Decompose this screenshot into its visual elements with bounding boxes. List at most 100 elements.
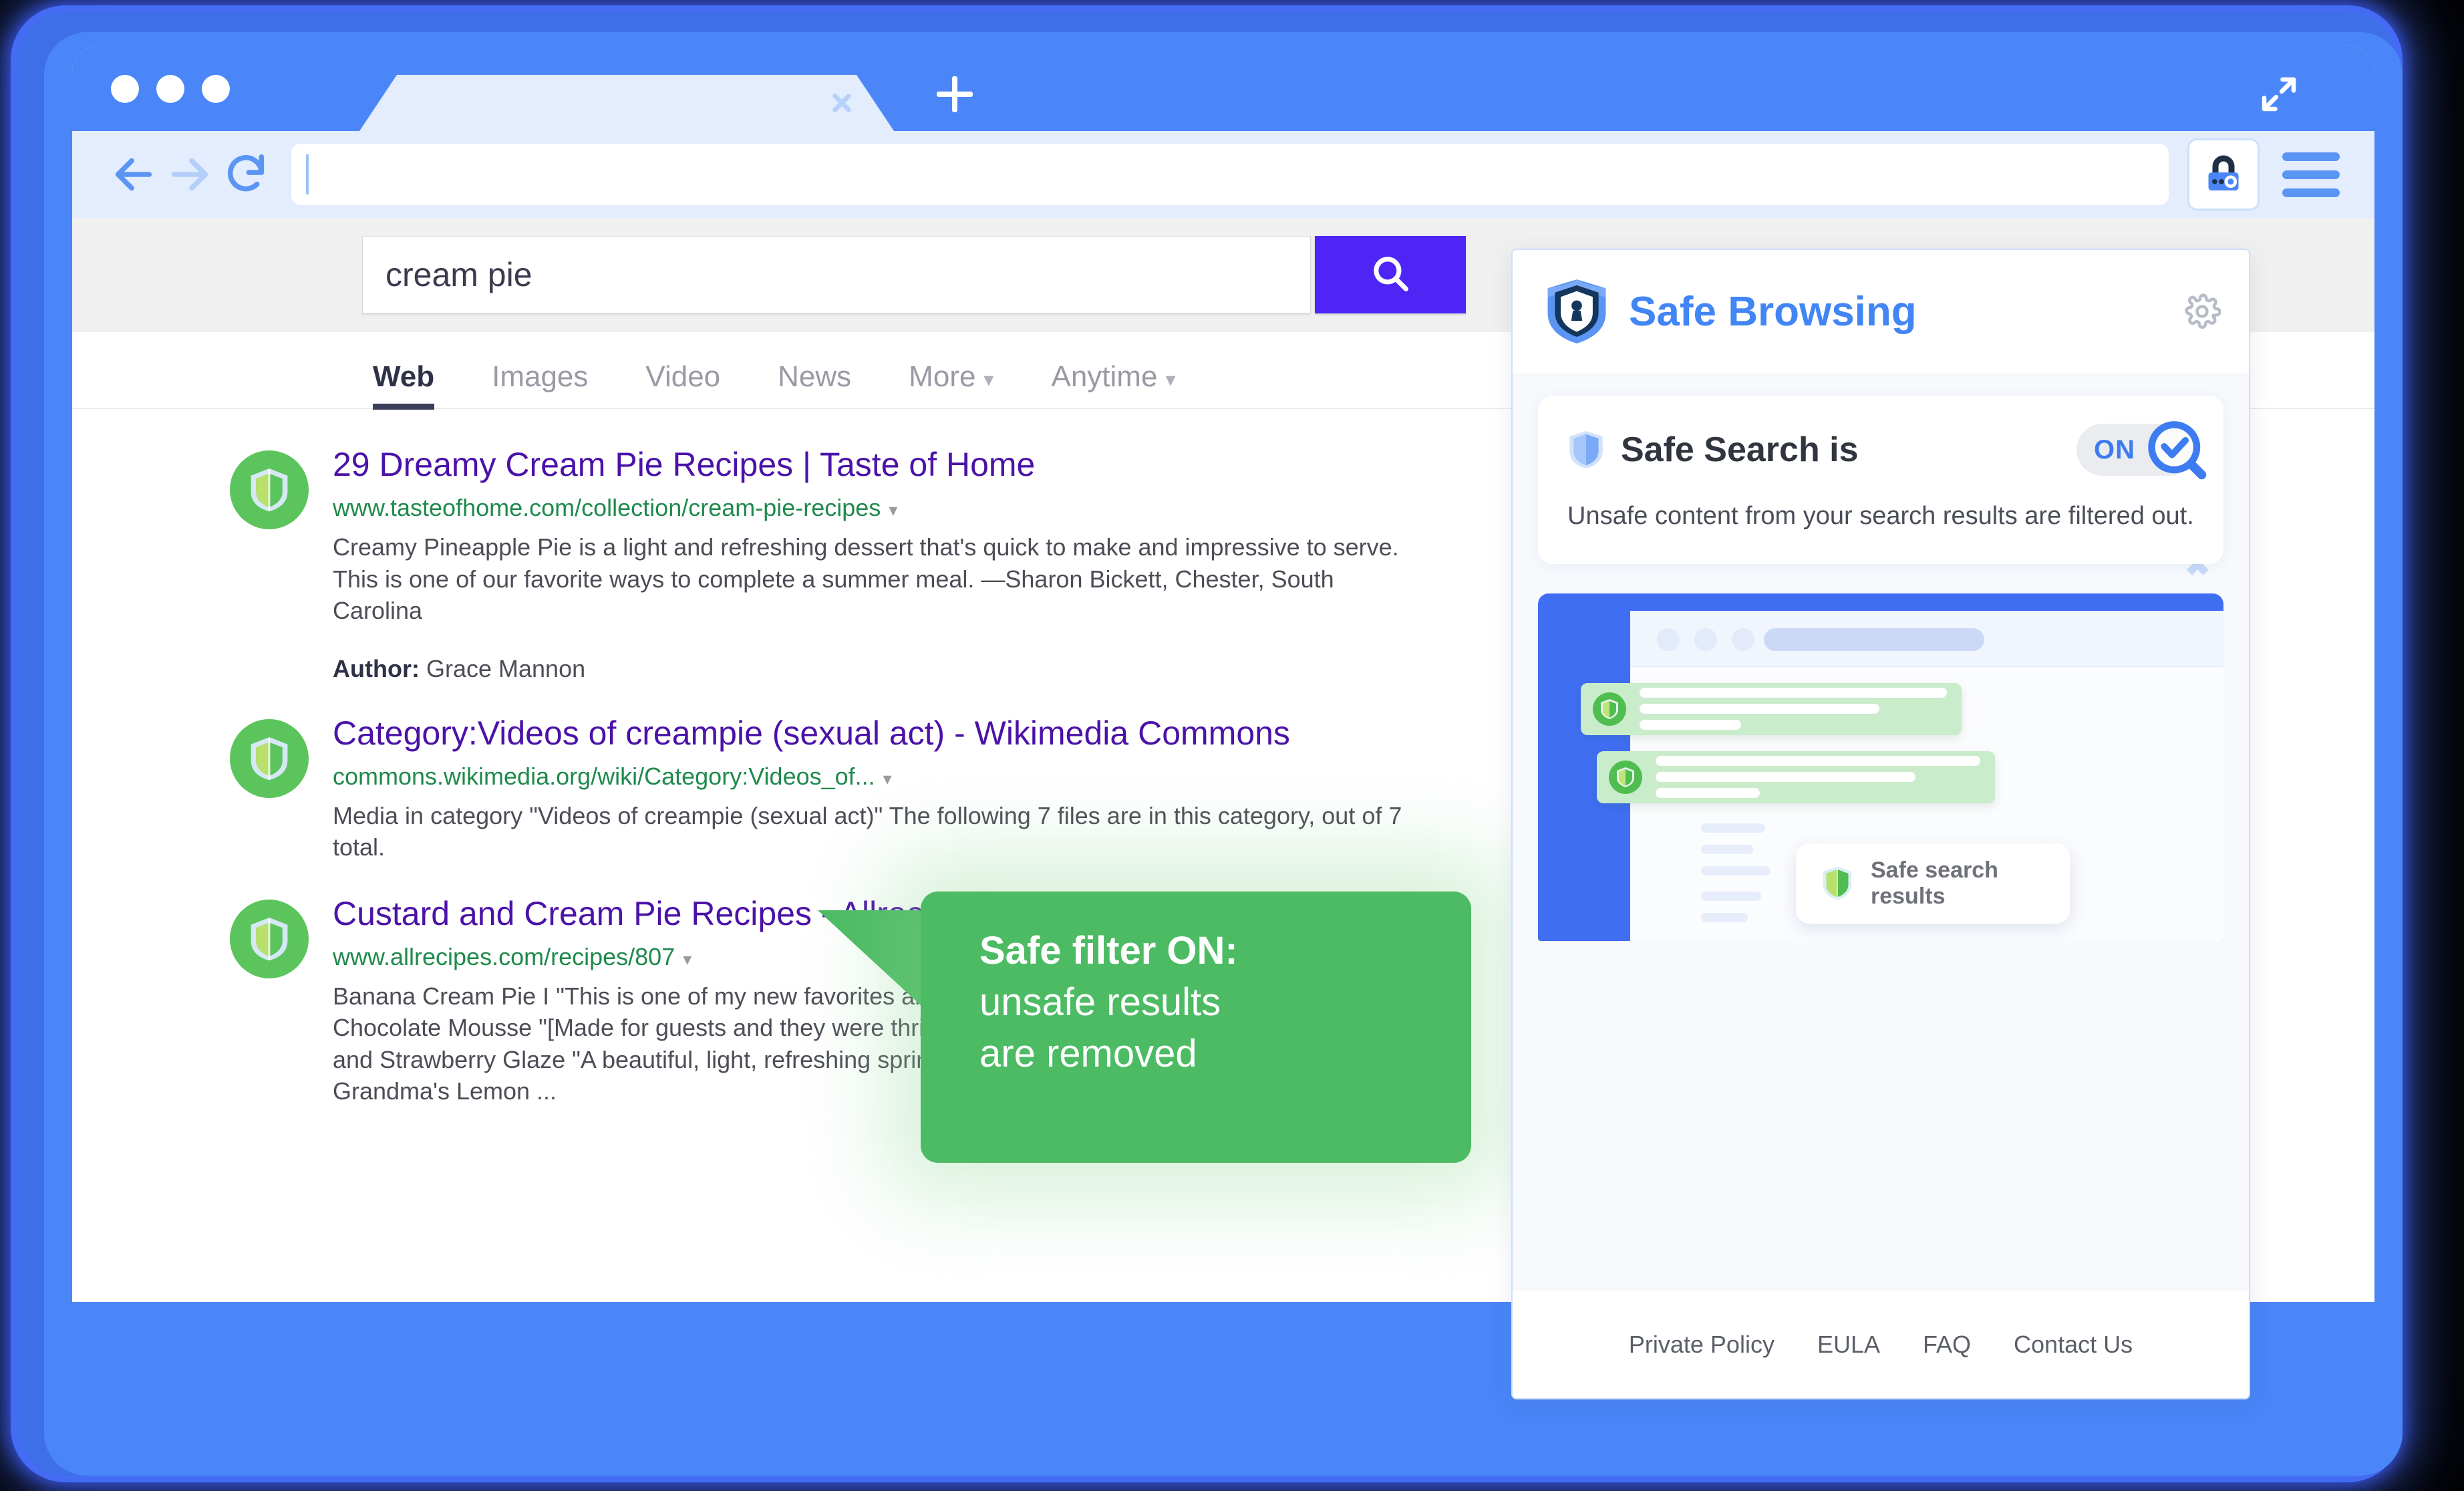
safe-browsing-footer: Private Policy EULA FAQ Contact Us — [1513, 1291, 2249, 1398]
arrow-left-icon[interactable] — [106, 146, 162, 202]
result-url-text: commons.wikimedia.org/wiki/Category:Vide… — [333, 762, 875, 790]
shield-keyhole-icon — [1545, 278, 1609, 345]
tab-more[interactable]: More ▾ — [909, 360, 993, 408]
safe-browsing-header: Safe Browsing — [1513, 250, 2249, 373]
search-input[interactable]: cream pie — [362, 236, 1311, 313]
safe-search-description: Unsafe content from your search results … — [1567, 502, 2194, 530]
footer-link-eula[interactable]: EULA — [1817, 1331, 1880, 1359]
reload-icon[interactable] — [218, 146, 274, 202]
search-button[interactable] — [1315, 236, 1466, 313]
safe-search-toggle[interactable]: ON — [2076, 421, 2207, 480]
result-url-text: www.allrecipes.com/recipes/807 — [333, 942, 675, 970]
illustration-dot — [1657, 628, 1680, 651]
illustration-placeholder-line — [1701, 844, 1753, 854]
footer-link-faq[interactable]: FAQ — [1923, 1331, 1971, 1359]
illustration-dot — [1732, 628, 1754, 651]
illustration-urlbar — [1764, 628, 1984, 651]
expand-icon[interactable] — [2257, 72, 2301, 116]
blue-shield-icon — [1567, 429, 1605, 470]
chevron-down-icon: ▾ — [983, 369, 994, 391]
hamburger-menu-icon[interactable] — [2282, 146, 2340, 203]
chevron-down-icon[interactable]: ▾ — [889, 500, 897, 520]
safe-search-results-label: Safe search results — [1871, 857, 1998, 909]
text-caret — [306, 154, 309, 194]
illustration-lines — [1656, 750, 1995, 804]
chevron-down-icon[interactable]: ▾ — [883, 769, 892, 789]
tab-web[interactable]: Web — [373, 360, 435, 410]
search-icon — [1368, 251, 1412, 299]
search-input-value: cream pie — [386, 256, 532, 293]
illustration-line — [1656, 756, 1980, 767]
window-dot-minimize[interactable] — [156, 75, 184, 103]
magnifier-check-icon — [2143, 416, 2210, 483]
arrow-right-icon[interactable] — [162, 146, 218, 202]
tab-label: More — [909, 360, 976, 393]
callout-line-1: Safe filter ON: — [979, 929, 1238, 972]
padlock-icon[interactable] — [2187, 138, 2260, 211]
illustration-placeholder-line — [1701, 865, 1770, 875]
menu-line — [2282, 170, 2340, 179]
callout-tooltip: Safe filter ON: unsafe results are remov… — [921, 892, 1471, 1163]
tab-label: Web — [373, 360, 435, 393]
tab-label: Anytime — [1051, 360, 1158, 393]
url-input[interactable] — [291, 144, 2169, 205]
safe-search-results-badge: Safe search results — [1796, 843, 2070, 924]
safe-search-card: Safe Search is ON Unsafe content from yo… — [1538, 396, 2223, 564]
illustration-safe-result — [1597, 751, 1995, 803]
close-icon[interactable] — [827, 88, 857, 118]
menu-line — [2282, 152, 2340, 161]
result-meta-value: Grace Mannon — [426, 654, 586, 682]
green-shield-icon — [230, 718, 309, 798]
gear-icon[interactable] — [2183, 293, 2221, 330]
tab-label: Images — [492, 360, 589, 393]
illustration-lines — [1640, 682, 1962, 736]
tab-label: News — [778, 360, 852, 393]
safe-search-card-header: Safe Search is ON — [1567, 421, 2207, 480]
result-title-link[interactable]: Category:Videos of creampie (sexual act)… — [333, 714, 1428, 753]
window-dot-maximize[interactable] — [202, 75, 230, 103]
green-shield-icon — [1593, 692, 1626, 726]
safe-browsing-panel: Safe Browsing ✖ ✖ ✖ ✖ ✖ — [1511, 249, 2250, 1399]
result-snippet: Media in category "Videos of creampie (s… — [333, 801, 1402, 861]
safe-browsing-body: ✖ ✖ ✖ ✖ ✖ Safe Search is ON — [1513, 373, 2249, 1291]
illustration-placeholder-line — [1701, 823, 1765, 833]
green-shield-icon — [1821, 865, 1853, 902]
browser-tab[interactable] — [359, 75, 894, 131]
tab-label: Video — [645, 360, 721, 393]
result-url-text: www.tasteofhome.com/collection/cream-pie… — [333, 494, 881, 521]
green-shield-icon — [1609, 760, 1642, 794]
window-controls — [111, 75, 230, 103]
chevron-down-icon: ▾ — [1165, 369, 1176, 391]
result-url[interactable]: www.tasteofhome.com/collection/cream-pie… — [333, 494, 1428, 522]
footer-link-private-policy[interactable]: Private Policy — [1629, 1331, 1775, 1359]
callout-line-3: are removed — [979, 1032, 1197, 1076]
chevron-down-icon[interactable]: ▾ — [683, 949, 691, 969]
illustration-safe-result — [1581, 682, 1962, 736]
result-snippet: Creamy Pineapple Pie is a light and refr… — [333, 533, 1399, 625]
illustration-line — [1656, 788, 1760, 799]
page-title: Safe Browsing — [1629, 288, 1917, 335]
browser-toolbar — [72, 131, 2374, 218]
illustration-line — [1656, 772, 1915, 783]
window-dot-close[interactable] — [111, 75, 139, 103]
illustration-line — [1640, 688, 1947, 698]
menu-line — [2282, 188, 2340, 197]
safe-search-title: Safe Search is — [1621, 430, 1859, 469]
result-url[interactable]: commons.wikimedia.org/wiki/Category:Vide… — [333, 763, 1428, 791]
result-meta: Author: Grace Mannon — [333, 655, 1428, 683]
tab-anytime[interactable]: Anytime ▾ — [1051, 360, 1175, 408]
green-shield-icon — [230, 899, 309, 978]
tab-images[interactable]: Images — [492, 360, 588, 408]
illustration-dot — [1694, 628, 1717, 651]
illustration-line — [1640, 720, 1741, 730]
plus-icon[interactable] — [934, 74, 975, 115]
toggle-state-label: ON — [2094, 434, 2135, 464]
result-title-link[interactable]: 29 Dreamy Cream Pie Recipes | Taste of H… — [333, 445, 1428, 485]
browser-tab-strip — [72, 45, 2374, 131]
tab-news[interactable]: News — [778, 360, 851, 408]
green-shield-icon — [230, 450, 309, 529]
tab-video[interactable]: Video — [645, 360, 720, 408]
footer-link-contact-us[interactable]: Contact Us — [2014, 1331, 2133, 1359]
illustration-titlebar — [1630, 610, 2223, 667]
safe-search-illustration: Safe search results — [1538, 593, 2223, 941]
